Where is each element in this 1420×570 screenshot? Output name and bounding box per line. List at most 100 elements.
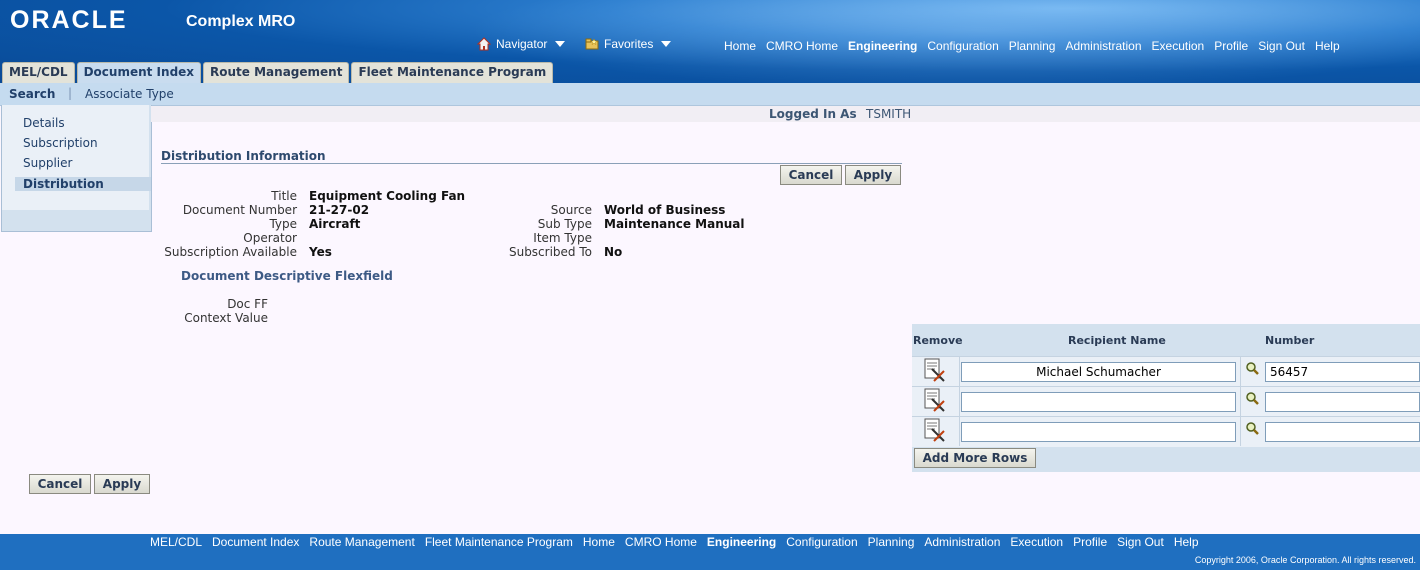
global-link-profile[interactable]: Profile: [1214, 39, 1248, 53]
global-link-sign-out[interactable]: Sign Out: [1258, 39, 1305, 53]
recipient-name-field[interactable]: [961, 392, 1236, 412]
subscription-available-label: Subscription Available: [164, 245, 297, 259]
remove-row-icon[interactable]: [922, 417, 948, 443]
footer-link-document-index[interactable]: Document Index: [212, 535, 299, 549]
chevron-down-icon: [555, 41, 566, 47]
tab-route-management[interactable]: Route Management: [203, 62, 350, 83]
remove-row-icon[interactable]: [922, 387, 948, 413]
remove-column-header: Remove: [913, 334, 963, 347]
apply-button-bottom[interactable]: Apply: [94, 474, 150, 494]
subscription-available-value: Yes: [309, 245, 332, 259]
favorites-label: Favorites: [604, 37, 654, 51]
doc-number-label: Document Number: [182, 203, 297, 217]
recipient-name-field[interactable]: [961, 362, 1236, 382]
subtab-search[interactable]: Search: [9, 87, 55, 101]
footer: MEL/CDL Document Index Route Management …: [0, 534, 1420, 570]
subscribed-to-value: No: [604, 245, 623, 259]
global-link-configuration[interactable]: Configuration: [927, 39, 998, 53]
tab-mel-cdl[interactable]: MEL/CDL: [2, 62, 75, 83]
footer-link-profile[interactable]: Profile: [1073, 535, 1107, 549]
global-link-execution[interactable]: Execution: [1152, 39, 1205, 53]
column-divider: [1240, 356, 1241, 446]
global-link-cmro-home[interactable]: CMRO Home: [766, 39, 838, 53]
global-link-planning[interactable]: Planning: [1009, 39, 1056, 53]
recipients-table: Remove Recipient Name Number Michael Sch…: [912, 324, 1420, 472]
context-value-label: Context Value: [184, 311, 268, 325]
subtab-associate-type[interactable]: Associate Type: [85, 87, 174, 101]
footer-nav: MEL/CDL Document Index Route Management …: [150, 535, 1199, 549]
tab-document-index[interactable]: Document Index: [76, 62, 202, 83]
footer-link-planning[interactable]: Planning: [868, 535, 915, 549]
header-banner: ORACLE Complex MRO Navigator Favorites H…: [0, 0, 1420, 83]
global-link-help[interactable]: Help: [1315, 39, 1340, 53]
recipient-name-field[interactable]: [961, 422, 1236, 442]
sidenav-item-distribution[interactable]: Distribution: [15, 177, 151, 191]
footer-link-fleet-maintenance-program[interactable]: Fleet Maintenance Program: [425, 535, 573, 549]
app-name: Complex MRO: [186, 13, 296, 30]
subtab-divider: |: [68, 86, 73, 100]
footer-link-home[interactable]: Home: [583, 535, 615, 549]
copyright-text: Copyright 2006, Oracle Corporation. All …: [1194, 555, 1416, 565]
doc-number-value: 21-27-02: [309, 203, 370, 217]
number-field[interactable]: [1265, 392, 1420, 412]
global-nav: Home CMRO Home Engineering Configuration…: [724, 39, 1340, 53]
cancel-button-bottom[interactable]: Cancel: [29, 474, 91, 494]
favorites-folder-icon: [585, 38, 599, 50]
sub-type-label: Sub Type: [537, 217, 592, 231]
type-label: Type: [269, 217, 297, 231]
flexfield-title: Document Descriptive Flexfield: [181, 269, 393, 283]
cancel-button-top[interactable]: Cancel: [780, 165, 842, 185]
global-link-home[interactable]: Home: [724, 39, 756, 53]
logged-in-bar: Logged In As TSMITH: [151, 106, 1420, 122]
title-label: Title: [271, 189, 297, 203]
footer-link-execution[interactable]: Execution: [1010, 535, 1063, 549]
add-more-rows-button[interactable]: Add More Rows: [914, 448, 1036, 468]
operator-label: Operator: [243, 231, 297, 245]
logged-in-label: Logged In As: [769, 107, 857, 121]
footer-link-engineering[interactable]: Engineering: [707, 535, 776, 549]
title-value: Equipment Cooling Fan: [309, 189, 466, 203]
apply-button-top[interactable]: Apply: [845, 165, 901, 185]
footer-link-configuration[interactable]: Configuration: [786, 535, 857, 549]
subtab-bar: Search | Associate Type: [0, 83, 1420, 106]
doc-ff-label: Doc FF: [227, 297, 268, 311]
section-divider: [161, 163, 902, 164]
global-link-engineering[interactable]: Engineering: [848, 39, 917, 53]
sidenav-item-subscription[interactable]: Subscription: [23, 136, 98, 150]
footer-link-mel-cdl[interactable]: MEL/CDL: [150, 535, 202, 549]
section-title: Distribution Information: [161, 149, 326, 163]
oracle-logo: ORACLE: [10, 6, 128, 34]
footer-link-cmro-home[interactable]: CMRO Home: [625, 535, 697, 549]
footer-link-route-management[interactable]: Route Management: [309, 535, 414, 549]
recipient-name-column-header: Recipient Name: [1068, 334, 1166, 347]
sidenav-item-supplier[interactable]: Supplier: [23, 156, 72, 170]
number-field[interactable]: [1265, 422, 1420, 442]
side-navigation-list: Details Subscription Supplier Distributi…: [2, 105, 151, 210]
subscribed-to-label: Subscribed To: [508, 245, 592, 259]
sidenav-item-details[interactable]: Details: [23, 116, 65, 130]
logged-in-user: TSMITH: [866, 107, 912, 121]
footer-link-help[interactable]: Help: [1174, 535, 1199, 549]
tab-fleet-maintenance-program[interactable]: Fleet Maintenance Program: [351, 62, 554, 83]
footer-link-administration[interactable]: Administration: [924, 535, 1000, 549]
item-type-label: Item Type: [533, 231, 592, 245]
source-value: World of Business: [604, 203, 726, 217]
tab-bar: MEL/CDL Document Index Route Management …: [0, 62, 554, 83]
side-navigation: Details Subscription Supplier Distributi…: [1, 105, 152, 232]
navigator-menu[interactable]: Navigator: [477, 37, 566, 51]
chevron-down-icon: [661, 41, 672, 47]
number-column-header: Number: [1265, 334, 1315, 347]
search-icon[interactable]: [1245, 391, 1260, 406]
favorites-menu[interactable]: Favorites: [585, 37, 672, 51]
source-label: Source: [550, 203, 592, 217]
footer-link-sign-out[interactable]: Sign Out: [1117, 535, 1164, 549]
type-value: Aircraft: [309, 217, 361, 231]
navigator-label: Navigator: [496, 37, 548, 51]
remove-row-icon[interactable]: [922, 357, 948, 383]
column-divider: [959, 356, 960, 446]
number-field[interactable]: [1265, 362, 1420, 382]
sub-type-value: Maintenance Manual: [604, 217, 745, 231]
search-icon[interactable]: [1245, 361, 1260, 376]
search-icon[interactable]: [1245, 421, 1260, 436]
global-link-administration[interactable]: Administration: [1065, 39, 1141, 53]
